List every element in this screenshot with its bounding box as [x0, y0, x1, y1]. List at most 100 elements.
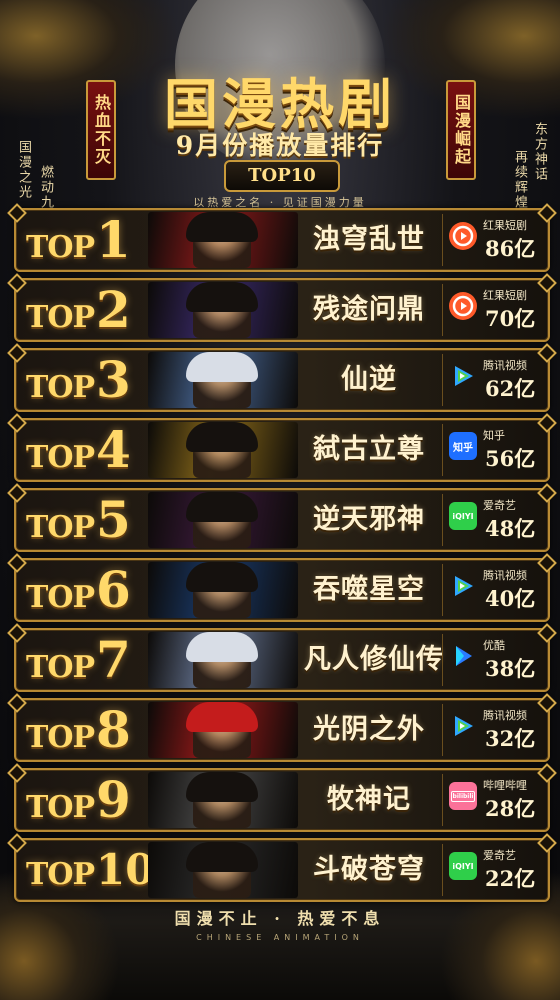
hongguo-icon[interactable]: [449, 222, 477, 250]
rank-row-3[interactable]: TOP3 仙逆 腾讯视频 62亿: [14, 348, 550, 412]
rank-row-9[interactable]: TOP9 牧神记 bilibili 哔哩哔哩 28亿: [14, 768, 550, 832]
rank-number: 9: [96, 770, 131, 829]
rank-number: 7: [96, 630, 131, 689]
rank-prefix: TOP: [26, 720, 95, 755]
platform-info: 红果短剧 70亿: [442, 284, 541, 336]
rank-number: 3: [96, 350, 131, 409]
drama-title[interactable]: 浊穹乱世: [304, 210, 434, 270]
rank-row-7[interactable]: TOP7 凡人修仙传 优酷 38亿: [14, 628, 550, 692]
platform-info: iQIYI 爱奇艺 48亿: [442, 494, 541, 546]
platform-info: 优酷 38亿: [442, 634, 541, 686]
rank-row-10[interactable]: TOP10 斗破苍穹 iQIYI 爱奇艺 22亿: [14, 838, 550, 902]
rank-number: 6: [96, 560, 131, 619]
drama-title[interactable]: 吞噬星空: [304, 560, 434, 620]
rank-number: 2: [96, 280, 131, 339]
poster-hair-decoration: [186, 492, 258, 522]
platform-info: 知乎 知乎 56亿: [442, 424, 541, 476]
platform-name: 红果短剧: [483, 289, 527, 302]
bilibili-icon[interactable]: bilibili: [449, 782, 477, 810]
rank-prefix: TOP: [26, 300, 95, 335]
play-count: 62亿: [485, 376, 536, 401]
rank-row-2[interactable]: TOP2 残途问鼎 红果短剧 70亿: [14, 278, 550, 342]
rank-prefix: TOP: [26, 370, 95, 405]
drama-title[interactable]: 凡人修仙传: [304, 630, 443, 690]
rank-label: TOP10: [26, 840, 154, 900]
drama-title[interactable]: 弑古立尊: [304, 420, 434, 480]
top10-badge: TOP10: [224, 160, 340, 192]
play-count: 32亿: [485, 726, 536, 751]
rank-number: 10: [96, 845, 155, 894]
rank-prefix: TOP: [26, 230, 95, 265]
poster-hair-decoration: [186, 702, 258, 732]
platform-name: 腾讯视频: [483, 709, 527, 722]
rank-prefix: TOP: [26, 440, 95, 475]
drama-title[interactable]: 牧神记: [304, 770, 434, 830]
ranking-list: TOP1 浊穹乱世 红果短剧 86亿 TOP2 残途问鼎 红果短剧 70亿 TOP3 仙逆 腾讯视频…: [14, 208, 550, 908]
rank-row-6[interactable]: TOP6 吞噬星空 腾讯视频 40亿: [14, 558, 550, 622]
bilibili-icon-text: bilibili: [450, 790, 476, 802]
platform-info: 腾讯视频 40亿: [442, 564, 541, 616]
poster-image[interactable]: [148, 492, 298, 548]
zhihu-icon[interactable]: 知乎: [449, 432, 477, 460]
rank-prefix: TOP: [26, 510, 95, 545]
footer-slogan: 国漫不止 · 热爱不息: [174, 909, 386, 928]
iqiyi-icon[interactable]: iQIYI: [449, 852, 477, 880]
platform-name: 腾讯视频: [483, 359, 527, 372]
youku-icon[interactable]: [449, 642, 477, 670]
drama-title[interactable]: 斗破苍穹: [304, 840, 434, 900]
poster-image[interactable]: [148, 422, 298, 478]
drama-title[interactable]: 仙逆: [304, 350, 434, 410]
rank-label: TOP6: [26, 560, 131, 620]
play-count: 70亿: [485, 306, 536, 331]
poster-image[interactable]: [148, 702, 298, 758]
poster-image[interactable]: [148, 562, 298, 618]
iqiyi-icon[interactable]: iQIYI: [449, 502, 477, 530]
platform-name: 爱奇艺: [483, 499, 516, 512]
poster-hair-decoration: [186, 212, 258, 242]
rank-number: 4: [96, 420, 131, 479]
rank-number: 1: [96, 210, 131, 269]
poster-hair-decoration: [186, 422, 258, 452]
rank-prefix: TOP: [26, 580, 95, 615]
play-count: 56亿: [485, 446, 536, 471]
drama-title[interactable]: 光阴之外: [304, 700, 434, 760]
platform-info: 红果短剧 86亿: [442, 214, 541, 266]
rank-row-8[interactable]: TOP8 光阴之外 腾讯视频 32亿: [14, 698, 550, 762]
drama-title[interactable]: 残途问鼎: [304, 280, 434, 340]
rank-prefix: TOP: [26, 790, 95, 825]
tencent-video-icon[interactable]: [449, 362, 477, 390]
rank-label: TOP2: [26, 280, 131, 340]
header: 热血不灭 国漫崛起 国漫之光 燃动九 东方神话 再续辉煌 国漫热剧 9月份播放量…: [0, 0, 560, 210]
poster-hair-decoration: [186, 842, 258, 872]
rank-label: TOP5: [26, 490, 131, 550]
poster-image[interactable]: [148, 772, 298, 828]
rank-row-4[interactable]: TOP4 弑古立尊 知乎 知乎 56亿: [14, 418, 550, 482]
zhihu-icon-text: 知乎: [453, 442, 473, 454]
hongguo-icon[interactable]: [449, 292, 477, 320]
rank-row-1[interactable]: TOP1 浊穹乱世 红果短剧 86亿: [14, 208, 550, 272]
poster-hair-decoration: [186, 282, 258, 312]
rank-label: TOP1: [26, 210, 131, 270]
drama-title[interactable]: 逆天邪神: [304, 490, 434, 550]
poster-image[interactable]: [148, 842, 298, 898]
poster-image[interactable]: [148, 282, 298, 338]
platform-name: 哔哩哔哩: [483, 779, 527, 792]
play-count: 48亿: [485, 516, 536, 541]
rank-prefix: TOP: [26, 857, 95, 892]
rank-number: 8: [96, 700, 131, 759]
iqiyi-icon-text: iQIYI: [452, 861, 474, 871]
play-count: 38亿: [485, 656, 536, 681]
rank-row-5[interactable]: TOP5 逆天邪神 iQIYI 爱奇艺 48亿: [14, 488, 550, 552]
poster-image[interactable]: [148, 352, 298, 408]
tencent-video-icon[interactable]: [449, 572, 477, 600]
platform-name: 优酷: [483, 639, 505, 652]
rank-prefix: TOP: [26, 650, 95, 685]
poster-hair-decoration: [186, 632, 258, 662]
play-count: 22亿: [485, 866, 536, 891]
rank-label: TOP7: [26, 630, 131, 690]
tencent-video-icon[interactable]: [449, 712, 477, 740]
platform-info: iQIYI 爱奇艺 22亿: [442, 844, 541, 896]
poster-image[interactable]: [148, 632, 298, 688]
rank-number: 5: [96, 490, 131, 549]
poster-image[interactable]: [148, 212, 298, 268]
